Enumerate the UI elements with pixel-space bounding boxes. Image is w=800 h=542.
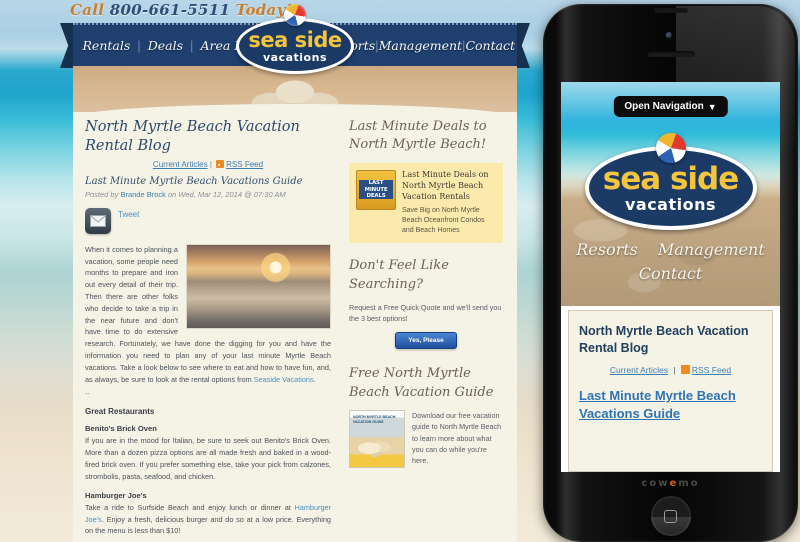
- author-link[interactable]: Brande Brock: [120, 190, 165, 199]
- restaurant-text-end: . Enjoy a fresh, delicious burger and do…: [85, 514, 331, 536]
- mobile-logo-line1: sea side: [602, 161, 739, 198]
- nav-item-contact[interactable]: Contact: [465, 38, 515, 53]
- yes-please-button[interactable]: Yes, Please: [395, 332, 457, 350]
- share-row: Tweet: [85, 207, 331, 234]
- mobile-nav-item-management[interactable]: Management: [658, 240, 765, 259]
- ribbon-tail-right: [515, 23, 530, 68]
- watermark-part-3: mo: [678, 478, 700, 489]
- vacation-guide-cover-image: NORTH MYRTLE BEACH VACATION GUIDE: [349, 410, 405, 469]
- restaurant-description: If you are in the mood for Italian, be s…: [85, 435, 331, 482]
- mobile-rss-feed-link[interactable]: RSS Feed: [692, 365, 731, 375]
- rss-feed-link[interactable]: RSS Feed: [226, 160, 263, 169]
- posted-date: on Wed, Mar 12, 2014 @ 07:30 AM: [165, 189, 286, 199]
- restaurant-text: If you are in the mood for Italian, be s…: [85, 436, 331, 481]
- nav-item-rentals[interactable]: Rentals: [83, 38, 131, 53]
- desktop-site-mockup: Call 800-661-5511 Today! Rentals | Deals…: [60, 0, 530, 542]
- seaside-vacations-link[interactable]: Seaside Vacations: [254, 375, 314, 384]
- envelope-glyph: [90, 214, 106, 227]
- sidebar: Last Minute Deals to North Myrtle Beach!…: [343, 118, 503, 542]
- mobile-nav-row-1: Resorts Management: [561, 240, 780, 259]
- email-icon[interactable]: [85, 207, 111, 234]
- quote-description: Request a Free Quick Quote and we'll sen…: [349, 303, 502, 324]
- deal-thumb-line3: DEALS: [359, 193, 393, 200]
- posted-prefix: Posted by: [85, 189, 121, 199]
- cta-subtitle: Save Big on North Myrtle Beach Oceanfron…: [402, 207, 485, 235]
- page-body: North Myrtle Beach Vacation Rental Blog …: [73, 112, 517, 542]
- site-logo[interactable]: sea side vacations: [236, 18, 354, 74]
- mobile-meta-links: Current Articles | RSS Feed: [579, 364, 762, 375]
- nav-separator: |: [137, 38, 141, 53]
- sidebar-heading-deals: Last Minute Deals to North Myrtle Beach!: [349, 119, 487, 153]
- phone-number[interactable]: 800-661-5511: [110, 1, 230, 19]
- vacation-guide-block[interactable]: NORTH MYRTLE BEACH VACATION GUIDE Downlo…: [349, 410, 503, 469]
- post-byline: Posted by Brande Brock on Wed, Mar 12, 2…: [85, 190, 331, 199]
- beach-ball-icon: [284, 4, 306, 26]
- restaurant-description: Take a ride to Surfside Beach and enjoy …: [85, 502, 331, 537]
- section-heading-restaurants: Great Restaurants: [85, 407, 155, 417]
- front-camera-icon: [665, 32, 672, 39]
- mobile-navigation: Resorts Management Contact: [561, 240, 780, 284]
- sunset-beach-image: [186, 243, 331, 329]
- chevron-down-icon: ▼: [707, 101, 717, 112]
- mobile-phone-mockup: Open Navigation ▼ sea side vacations Res…: [543, 4, 798, 542]
- mobile-meta-separator: |: [673, 364, 676, 375]
- cta-title: Last Minute Deals on North Myrtle Beach …: [402, 169, 489, 201]
- post-title[interactable]: Last Minute Myrtle Beach Vacations Guide: [85, 176, 331, 187]
- logo-line1: sea side: [248, 27, 342, 52]
- watermark-part-2: e: [669, 478, 679, 489]
- phone-screen: Open Navigation ▼ sea side vacations Res…: [561, 82, 780, 472]
- mobile-page-title: North Myrtle Beach Vacation Rental Blog: [579, 324, 749, 355]
- rss-icon: [680, 364, 690, 374]
- mobile-current-articles-link[interactable]: Current Articles: [610, 365, 668, 375]
- mobile-logo-line2: vacations: [624, 195, 717, 215]
- mobile-nav-item-contact[interactable]: Contact: [639, 264, 703, 283]
- restaurant-text: Take a ride to Surfside Beach and enjoy …: [85, 502, 295, 512]
- sidebar-heading-quote: Don't Feel Like Searching?: [349, 258, 449, 292]
- cta-text-block: Last Minute Deals on North Myrtle Beach …: [402, 170, 496, 236]
- paragraph-divider: --: [85, 391, 90, 399]
- nav-separator: |: [190, 38, 194, 53]
- post-body: When it comes to planning a vacation, so…: [85, 243, 331, 386]
- beach-ball-icon: [655, 133, 686, 163]
- last-minute-deals-cta[interactable]: LAST MINUTE DEALS Last Minute Deals on N…: [349, 162, 503, 244]
- blog-meta-links: Current Articles | RSS Feed: [85, 159, 331, 169]
- watermark-part-1: cow: [641, 478, 670, 489]
- nav-group-left: Rentals | Deals | Area Info: [73, 38, 263, 53]
- post-paragraph-1-end: .: [313, 374, 316, 384]
- home-button-square-icon: [664, 509, 677, 523]
- nav-item-deals[interactable]: Deals: [148, 38, 183, 53]
- phone-top-slot: [653, 8, 688, 13]
- cowemo-watermark: cowemo: [641, 478, 699, 489]
- open-navigation-label: Open Navigation: [624, 101, 704, 112]
- nav-item-management[interactable]: Management: [379, 38, 462, 53]
- seashell-graphic: [358, 435, 396, 458]
- main-column: North Myrtle Beach Vacation Rental Blog …: [85, 118, 343, 542]
- mobile-post-title-link[interactable]: Last Minute Myrtle Beach Vacations Guide: [579, 387, 762, 423]
- tweet-button[interactable]: Tweet: [118, 210, 139, 219]
- mobile-nav-item-resorts[interactable]: Resorts: [576, 240, 638, 259]
- sidebar-heading-guide: Free North Myrtle Beach Vacation Guide: [349, 366, 494, 400]
- current-articles-link[interactable]: Current Articles: [153, 160, 208, 169]
- phone-cta-prefix: Call: [70, 1, 110, 19]
- last-minute-deals-icon: LAST MINUTE DEALS: [356, 169, 396, 210]
- restaurant-name: Hamburger Joe's: [85, 490, 147, 500]
- logo-line2: vacations: [262, 50, 327, 64]
- home-button[interactable]: [650, 496, 691, 536]
- meta-separator: |: [209, 159, 212, 169]
- earpiece-speaker: [646, 51, 695, 57]
- guide-cover-title: NORTH MYRTLE BEACH VACATION GUIDE: [353, 415, 396, 424]
- phone-cta: Call 800-661-5511 Today!: [70, 1, 292, 19]
- page-title: North Myrtle Beach Vacation Rental Blog: [85, 119, 300, 154]
- mobile-content-panel: North Myrtle Beach Vacation Rental Blog …: [568, 310, 773, 472]
- restaurant-name: Benito's Brick Oven: [85, 424, 157, 434]
- open-navigation-button[interactable]: Open Navigation ▼: [613, 96, 728, 117]
- guide-description: Download our free vacation guide to Nort…: [412, 411, 502, 465]
- nav-group-right: Resorts | Management | Contact: [327, 38, 517, 53]
- rss-icon: [216, 159, 225, 168]
